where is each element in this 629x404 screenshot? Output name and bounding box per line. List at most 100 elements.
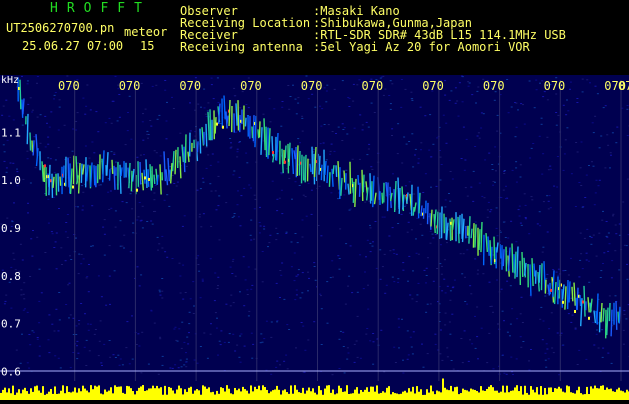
noise-speck: [67, 284, 69, 285]
level-bar: [338, 386, 340, 400]
noise-speck: [117, 355, 119, 356]
signal-streak: [200, 129, 201, 154]
noise-speck: [557, 275, 559, 276]
noise-speck: [211, 84, 213, 85]
noise-speck: [390, 103, 392, 104]
noise-speck: [413, 331, 415, 332]
level-bar: [594, 386, 596, 400]
noise-speck: [85, 146, 87, 147]
noise-speck: [115, 210, 117, 211]
noise-speck: [509, 335, 511, 336]
noise-speck: [238, 357, 240, 358]
noise-speck: [240, 334, 242, 335]
noise-speck: [197, 255, 199, 256]
noise-speck: [580, 233, 582, 234]
noise-speck: [153, 193, 155, 194]
noise-speck: [172, 258, 174, 259]
signal-hotspot: [136, 189, 138, 192]
noise-speck: [180, 293, 182, 294]
count-label: 15: [140, 40, 154, 53]
noise-speck: [20, 363, 22, 364]
noise-speck: [384, 254, 386, 255]
noise-speck: [148, 364, 150, 365]
noise-speck: [50, 111, 52, 112]
level-bar: [420, 389, 422, 400]
noise-speck: [217, 162, 219, 163]
noise-speck: [503, 373, 505, 374]
noise-speck: [450, 171, 452, 172]
noise-speck: [565, 114, 567, 115]
level-bar: [174, 394, 176, 400]
noise-speck: [250, 289, 252, 290]
level-bar: [36, 386, 38, 400]
noise-speck: [415, 238, 417, 239]
noise-speck: [515, 167, 517, 168]
noise-speck: [246, 289, 248, 290]
noise-speck: [332, 131, 334, 132]
noise-speck: [356, 84, 358, 85]
noise-speck: [253, 239, 255, 240]
noise-speck: [562, 345, 564, 346]
signal-streak: [121, 167, 122, 176]
level-bar: [562, 392, 564, 400]
level-bar: [158, 388, 160, 400]
noise-speck: [32, 110, 34, 111]
noise-speck: [197, 104, 199, 105]
signal-streak: [197, 141, 198, 152]
noise-speck: [607, 145, 609, 146]
noise-speck: [575, 206, 577, 207]
noise-speck: [371, 169, 373, 170]
level-bar: [570, 392, 572, 400]
noise-speck: [217, 277, 219, 278]
noise-speck: [596, 330, 598, 331]
noise-speck: [297, 242, 299, 243]
noise-speck: [121, 246, 123, 247]
noise-speck: [207, 111, 209, 112]
level-bar: [442, 378, 444, 400]
level-bar: [74, 388, 76, 400]
noise-speck: [54, 172, 56, 173]
noise-speck: [48, 339, 50, 340]
level-bar: [242, 387, 244, 400]
noise-speck: [520, 347, 522, 348]
level-bar: [32, 392, 34, 400]
noise-speck: [464, 277, 466, 278]
signal-streak: [321, 165, 322, 181]
noise-speck: [92, 245, 94, 246]
signal-hotspot: [588, 317, 590, 320]
level-bar: [308, 388, 310, 400]
noise-speck: [345, 170, 347, 171]
signal-streak: [32, 141, 33, 153]
level-bar: [412, 387, 414, 400]
noise-speck: [298, 269, 300, 270]
noise-speck: [56, 233, 58, 234]
noise-speck: [287, 85, 289, 86]
noise-speck: [37, 117, 39, 118]
noise-speck: [186, 166, 188, 167]
noise-speck: [468, 86, 470, 87]
noise-speck: [404, 206, 406, 207]
noise-speck: [349, 98, 351, 99]
level-bar: [384, 393, 386, 400]
noise-speck: [398, 318, 400, 319]
noise-speck: [158, 115, 160, 116]
noise-speck: [216, 328, 218, 329]
level-bar: [364, 390, 366, 400]
noise-speck: [608, 233, 610, 234]
noise-speck: [182, 226, 184, 227]
level-bar: [56, 394, 58, 400]
noise-speck: [6, 218, 8, 219]
level-bar: [54, 386, 56, 400]
noise-speck: [54, 95, 56, 96]
noise-speck: [130, 251, 132, 252]
noise-speck: [531, 199, 533, 200]
noise-speck: [432, 234, 434, 235]
noise-speck: [291, 266, 293, 267]
noise-speck: [67, 237, 69, 238]
noise-speck: [444, 95, 446, 96]
noise-speck: [430, 231, 432, 232]
noise-speck: [78, 273, 80, 274]
noise-speck: [250, 188, 252, 189]
time-tick-label: 070: [483, 79, 505, 93]
signal-streak: [60, 177, 61, 186]
